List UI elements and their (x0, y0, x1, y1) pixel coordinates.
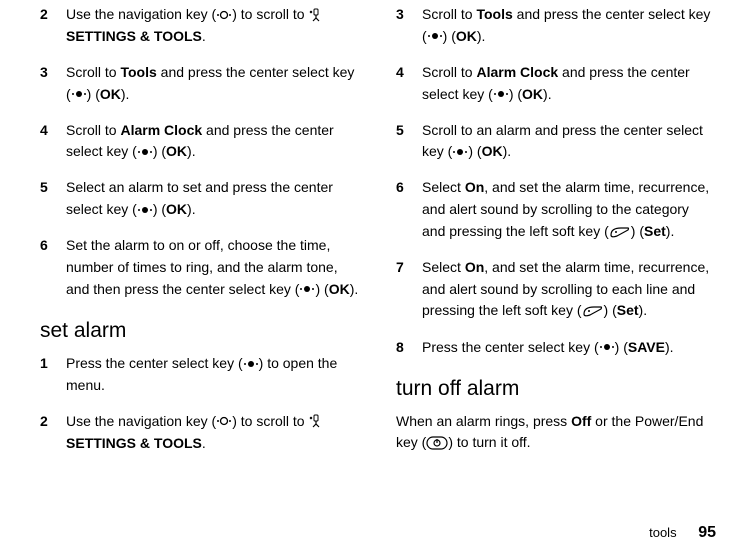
ui-label: Set (617, 302, 639, 318)
step-number: 2 (40, 4, 66, 48)
step-body: Scroll to Alarm Clock and press the cent… (422, 62, 716, 106)
soft-key-icon (582, 300, 604, 322)
center-select-icon (599, 336, 615, 358)
ui-label: SAVE (628, 339, 665, 355)
step: 4Scroll to Alarm Clock and press the cen… (396, 62, 716, 106)
step-body: Use the navigation key () to scroll to S… (66, 4, 360, 48)
step-body: Scroll to Alarm Clock and press the cent… (66, 120, 360, 164)
paragraph: When an alarm rings, press Off or the Po… (396, 411, 716, 455)
step: 3Scroll to Tools and press the center se… (396, 4, 716, 48)
nav-open-icon (216, 3, 232, 25)
step-body: Select an alarm to set and press the cen… (66, 177, 360, 221)
step: 6Select On, and set the alarm time, recu… (396, 177, 716, 243)
step-number: 4 (396, 62, 422, 106)
ui-label: On (465, 179, 484, 195)
center-select-icon (299, 278, 315, 300)
page-footer: tools 95 (649, 524, 716, 542)
ui-label: OK (456, 28, 477, 44)
ui-label: Set (644, 223, 666, 239)
ui-label: OK (522, 86, 543, 102)
step: 4Scroll to Alarm Clock and press the cen… (40, 120, 360, 164)
right-column: 3Scroll to Tools and press the center se… (378, 4, 716, 510)
step-number: 4 (40, 120, 66, 164)
step-body: Scroll to Tools and press the center sel… (66, 62, 360, 106)
ui-label: SETTINGS & TOOLS (66, 435, 202, 451)
step-body: Press the center select key () to open t… (66, 353, 360, 397)
ui-label: OK (100, 86, 121, 102)
step-body: Use the navigation key () to scroll to S… (66, 411, 360, 455)
ui-label: Alarm Clock (476, 64, 558, 80)
left-column: 2Use the navigation key () to scroll to … (40, 4, 378, 510)
step-number: 3 (40, 62, 66, 106)
ui-label: OK (166, 201, 187, 217)
step-number: 5 (396, 120, 422, 164)
step: 2Use the navigation key () to scroll to … (40, 4, 360, 48)
step: 6Set the alarm to on or off, choose the … (40, 235, 360, 301)
center-select-icon (71, 83, 87, 105)
step-list: 3Scroll to Tools and press the center se… (396, 4, 716, 359)
step-number: 6 (396, 177, 422, 243)
step-body: Select On, and set the alarm time, recur… (422, 177, 716, 243)
step-body: Scroll to Tools and press the center sel… (422, 4, 716, 48)
step-number: 2 (40, 411, 66, 455)
step: 5Scroll to an alarm and press the center… (396, 120, 716, 164)
ui-label: Tools (120, 64, 156, 80)
heading-set-alarm: set alarm (40, 319, 360, 343)
ui-label: OK (166, 143, 187, 159)
step: 1Press the center select key () to open … (40, 353, 360, 397)
footer-page-number: 95 (698, 524, 716, 541)
soft-key-icon (609, 220, 631, 242)
center-select-icon (493, 83, 509, 105)
ui-label: OK (329, 281, 350, 297)
ui-label: On (465, 259, 484, 275)
center-select-icon (452, 141, 468, 163)
ui-label: OK (482, 143, 503, 159)
step-body: Set the alarm to on or off, choose the t… (66, 235, 360, 301)
step-list: 1Press the center select key () to open … (40, 353, 360, 455)
ui-label: Tools (476, 6, 512, 22)
step-body: Press the center select key () (SAVE). (422, 337, 716, 359)
step-number: 5 (40, 177, 66, 221)
step-number: 8 (396, 337, 422, 359)
step-number: 1 (40, 353, 66, 397)
ui-label: Off (571, 413, 591, 429)
footer-section: tools (649, 525, 676, 540)
center-select-icon (137, 199, 153, 221)
step: 8Press the center select key () (SAVE). (396, 337, 716, 359)
step-number: 3 (396, 4, 422, 48)
heading-turn-off-alarm: turn off alarm (396, 377, 716, 401)
step: 3Scroll to Tools and press the center se… (40, 62, 360, 106)
step: 5Select an alarm to set and press the ce… (40, 177, 360, 221)
ui-label: SETTINGS & TOOLS (66, 28, 202, 44)
step: 7Select On, and set the alarm time, recu… (396, 257, 716, 323)
ui-label: Alarm Clock (120, 122, 202, 138)
center-select-icon (427, 25, 443, 47)
step-number: 6 (40, 235, 66, 301)
center-select-icon (243, 352, 259, 374)
page: 2Use the navigation key () to scroll to … (0, 0, 756, 510)
step: 2Use the navigation key () to scroll to … (40, 411, 360, 455)
step-body: Scroll to an alarm and press the center … (422, 120, 716, 164)
step-number: 7 (396, 257, 422, 323)
settings-tools-icon (308, 3, 324, 25)
nav-open-icon (216, 410, 232, 432)
center-select-icon (137, 141, 153, 163)
step-list: 2Use the navigation key () to scroll to … (40, 4, 360, 301)
step-body: Select On, and set the alarm time, recur… (422, 257, 716, 323)
power-end-icon (426, 432, 448, 454)
settings-tools-icon (308, 410, 324, 432)
